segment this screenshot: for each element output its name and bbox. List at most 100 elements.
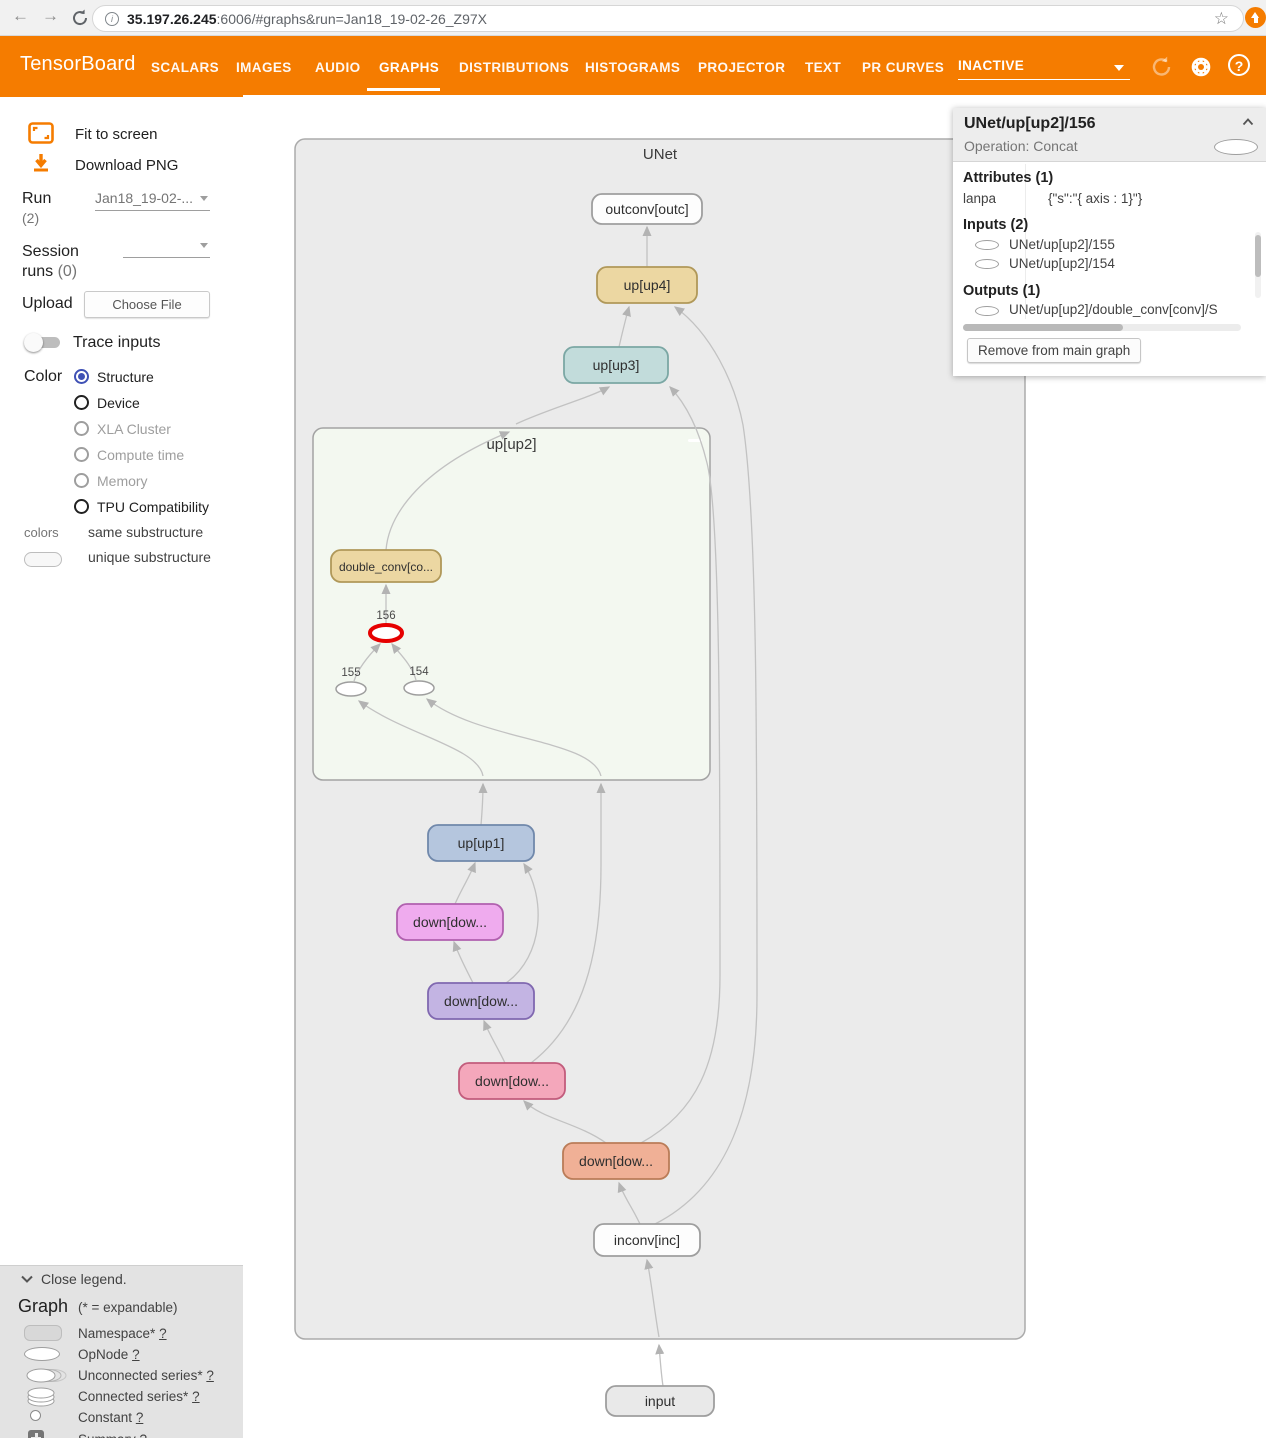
close-legend-label[interactable]: Close legend. xyxy=(41,1271,127,1287)
choose-file-button[interactable]: Choose File xyxy=(84,291,210,318)
op-node-155[interactable] xyxy=(336,682,366,696)
graph-node-label-down3: down[dow... xyxy=(444,993,518,1009)
radio-tpu-compatibility-label[interactable]: TPU Compatibility xyxy=(97,499,209,515)
run-count: (2) xyxy=(22,210,39,226)
tab-images[interactable]: IMAGES xyxy=(236,60,292,75)
help-link[interactable]: ? xyxy=(132,1347,140,1362)
tensorboard-navbar: TensorBoard SCALARS IMAGES AUDIO GRAPHS … xyxy=(0,36,1266,97)
chevron-down-icon[interactable] xyxy=(20,1274,34,1284)
help-link[interactable]: ? xyxy=(159,1326,167,1341)
refresh-icon[interactable] xyxy=(1149,54,1175,80)
graph-edge xyxy=(659,1345,663,1386)
up2-expanded-namespace-rect[interactable] xyxy=(313,428,710,780)
tab-text[interactable]: TEXT xyxy=(805,60,841,75)
input-item[interactable]: UNet/up[up2]/154 xyxy=(1009,256,1115,271)
browser-reload-icon[interactable] xyxy=(70,8,90,28)
help-link[interactable]: ? xyxy=(136,1410,144,1425)
connected-series-icon xyxy=(24,1387,58,1407)
node-info-card: UNet/up[up2]/156 Operation: Concat Attri… xyxy=(953,108,1266,376)
radio-memory[interactable] xyxy=(74,473,89,488)
legend-item-constant: Constant ? xyxy=(78,1410,143,1425)
download-png-icon[interactable] xyxy=(30,152,52,174)
outputs-scrollbar-thumb[interactable] xyxy=(963,324,1123,331)
inputs-scrollbar-thumb[interactable] xyxy=(1255,235,1261,277)
radio-compute-time[interactable] xyxy=(74,447,89,462)
graph-node-label-inconv: inconv[inc] xyxy=(614,1232,680,1248)
download-png-label[interactable]: Download PNG xyxy=(75,157,178,174)
tab-graphs[interactable]: GRAPHS xyxy=(379,60,439,75)
radio-structure[interactable] xyxy=(74,369,89,384)
browser-back-icon[interactable]: ← xyxy=(12,6,29,26)
tab-audio[interactable]: AUDIO xyxy=(315,60,361,75)
fit-to-screen-icon[interactable] xyxy=(28,122,54,144)
help-icon[interactable]: ? xyxy=(1228,54,1250,76)
input-item[interactable]: UNet/up[up2]/155 xyxy=(1009,237,1115,252)
node-title: UNet/up[up2]/156 xyxy=(964,115,1096,133)
radio-tpu-compatibility[interactable] xyxy=(74,499,89,514)
upload-label: Upload xyxy=(22,295,73,313)
graph-node-label-down4: down[dow... xyxy=(413,914,487,930)
tab-histograms[interactable]: HISTOGRAMS xyxy=(585,60,680,75)
browser-forward-icon[interactable]: → xyxy=(42,6,59,26)
radio-device[interactable] xyxy=(74,395,89,410)
tensorboard-logo: TensorBoard xyxy=(20,53,136,76)
help-link[interactable]: ? xyxy=(206,1368,214,1383)
graph-node-label-input: input xyxy=(645,1393,675,1409)
status-dropdown[interactable]: INACTIVE xyxy=(958,58,1130,80)
address-bar[interactable]: i 35.197.26.245:6006/#graphs&run=Jan18_1… xyxy=(92,5,1244,32)
tab-pr-curves[interactable]: PR CURVES xyxy=(862,60,944,75)
attribute-value: {"s":"{ axis : 1}"} xyxy=(1048,191,1142,206)
legend-item-namespace: Namespace* ? xyxy=(78,1326,167,1341)
graph-node-label-up4: up[up4] xyxy=(624,277,671,293)
legend-item-summary: Summary ? xyxy=(78,1432,147,1438)
trace-inputs-toggle[interactable] xyxy=(24,334,62,350)
radio-memory-label[interactable]: Memory xyxy=(97,473,148,489)
settings-gear-icon[interactable] xyxy=(1188,54,1214,80)
unet-namespace-label: UNet xyxy=(643,146,678,163)
fit-to-screen-label[interactable]: Fit to screen xyxy=(75,126,158,143)
graph-node-label-down1: down[dow... xyxy=(579,1153,653,1169)
remove-from-main-graph-button[interactable]: Remove from main graph xyxy=(967,338,1141,363)
collapse-card-icon[interactable] xyxy=(1242,118,1254,126)
graph-legend: Close legend. Graph (* = expandable) Nam… xyxy=(0,1265,243,1438)
legend-item-unconnected-series: Unconnected series* ? xyxy=(78,1368,214,1383)
node-operation: Operation: Concat xyxy=(964,138,1078,154)
session-runs-dropdown[interactable] xyxy=(123,237,210,258)
legend-item-opnode: OpNode ? xyxy=(78,1347,140,1362)
op-node-156-selected[interactable] xyxy=(370,625,402,641)
op-node-label-154: 154 xyxy=(409,666,429,678)
radio-device-label[interactable]: Device xyxy=(97,395,140,411)
attributes-header: Attributes (1) xyxy=(963,170,1053,186)
session-runs-label: Session xyxy=(22,243,79,261)
radio-compute-time-label[interactable]: Compute time xyxy=(97,447,184,463)
help-link[interactable]: ? xyxy=(140,1432,148,1438)
graph-node-label-up3: up[up3] xyxy=(593,357,640,373)
help-link[interactable]: ? xyxy=(192,1389,200,1404)
graph-node-label-down2: down[dow... xyxy=(475,1073,549,1089)
op-node-label-156: 156 xyxy=(376,610,395,622)
browser-toolbar: ← → i 35.197.26.245:6006/#graphs&run=Jan… xyxy=(0,0,1266,36)
color-label: Color xyxy=(24,368,62,386)
radio-structure-label[interactable]: Structure xyxy=(97,369,154,385)
tab-distributions[interactable]: DISTRIBUTIONS xyxy=(459,60,569,75)
tab-scalars[interactable]: SCALARS xyxy=(151,60,219,75)
output-item[interactable]: UNet/up[up2]/double_conv[conv]/S xyxy=(1009,302,1259,317)
op-node-label-155: 155 xyxy=(341,667,360,679)
radio-xla-cluster[interactable] xyxy=(74,421,89,436)
page-info-icon[interactable]: i xyxy=(105,12,119,26)
opnode-shape-icon xyxy=(975,240,999,250)
browser-extension-icon[interactable] xyxy=(1245,7,1266,28)
graph-node-label-outconv: outconv[outc] xyxy=(605,201,688,217)
graphs-sidebar: Fit to screen Download PNG Run (2) Jan18… xyxy=(0,97,243,1265)
op-node-154[interactable] xyxy=(404,681,434,695)
trace-inputs-label: Trace inputs xyxy=(73,334,160,352)
bookmark-star-icon[interactable]: ☆ xyxy=(1214,9,1229,29)
constant-icon xyxy=(30,1410,41,1421)
colors-key-label: colors xyxy=(24,525,59,540)
run-dropdown[interactable]: Jan18_19-02-... xyxy=(95,190,210,211)
node-info-header: UNet/up[up2]/156 Operation: Concat xyxy=(953,108,1266,162)
radio-xla-cluster-label[interactable]: XLA Cluster xyxy=(97,421,171,437)
chevron-down-icon xyxy=(1114,65,1124,71)
tab-projector[interactable]: PROJECTOR xyxy=(698,60,785,75)
summary-icon xyxy=(28,1430,44,1438)
